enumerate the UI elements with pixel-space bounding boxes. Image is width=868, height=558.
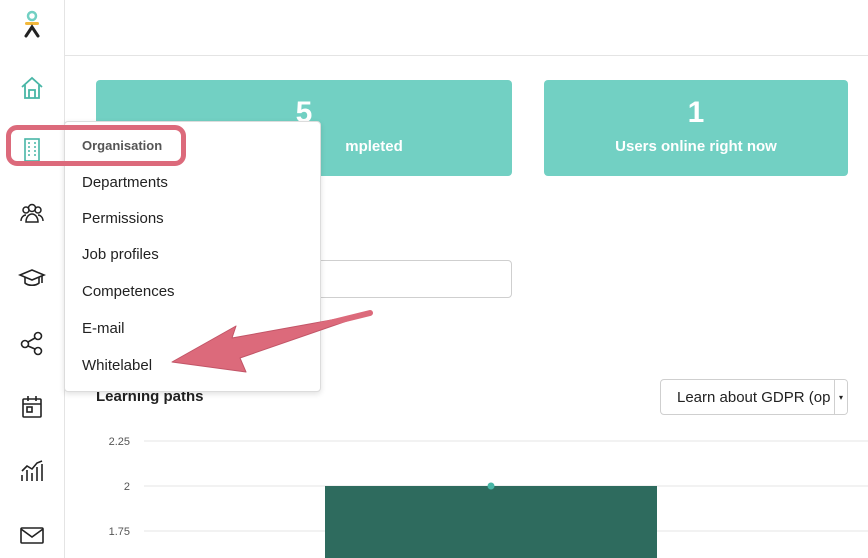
mail-icon[interactable] [16,519,48,551]
menu-item-departments[interactable]: Departments [82,174,168,191]
stat-card-users-online: 1 Users online right now [544,80,848,176]
home-icon[interactable] [16,72,48,104]
menu-item-permissions[interactable]: Permissions [82,210,164,227]
highlight-outline [6,125,186,166]
menu-item-whitelabel[interactable]: Whitelabel [82,357,152,374]
menu-item-job-profiles[interactable]: Job profiles [82,246,159,263]
y-tick-label: 1.75 [109,526,130,538]
sidebar [0,0,65,558]
select-value: Learn about GDPR (op [677,389,831,406]
users-icon[interactable] [16,198,48,230]
chart-bar [325,486,657,558]
stat-label: Users online right now [615,138,777,155]
menu-item-email[interactable]: E-mail [82,320,125,337]
stat-value: 1 [687,96,705,129]
top-bar [65,0,868,56]
chevron-down-icon[interactable]: ▾ [834,380,847,414]
menu-item-competences[interactable]: Competences [82,283,175,300]
learning-path-select[interactable]: Learn about GDPR (op ▾ [660,379,848,415]
share-icon[interactable] [16,327,48,359]
logo-icon[interactable] [16,8,48,40]
courses-icon[interactable] [16,262,48,294]
learning-paths-chart: 2.25 2 1.75 [109,436,868,558]
chart-point[interactable] [487,482,495,490]
y-tick-label: 2 [124,481,130,493]
y-tick-label: 2.25 [109,436,130,448]
calendar-icon[interactable] [16,391,48,423]
reports-icon[interactable] [16,455,48,487]
